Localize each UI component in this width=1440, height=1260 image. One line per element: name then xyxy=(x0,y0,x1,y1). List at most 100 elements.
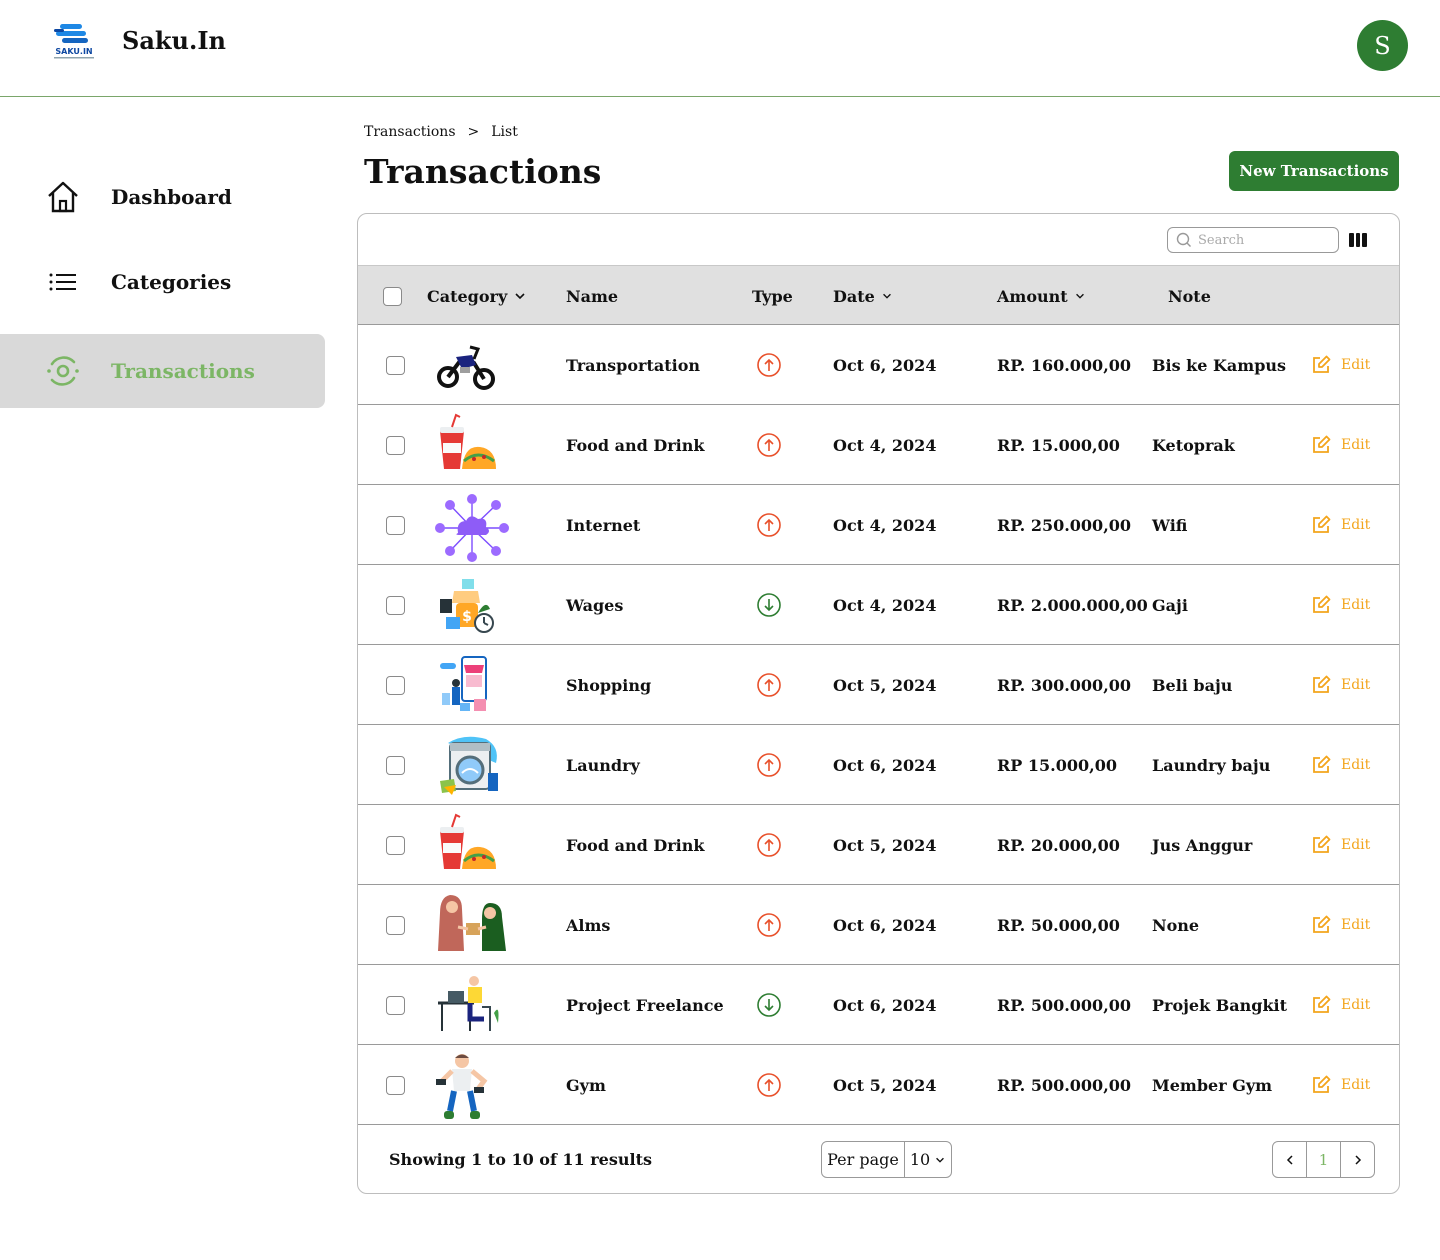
chevron-right-icon xyxy=(1354,1154,1361,1165)
edit-button[interactable]: Edit xyxy=(1311,485,1370,565)
transaction-name: Laundry xyxy=(566,755,640,775)
edit-label: Edit xyxy=(1341,437,1371,453)
row-select-cell xyxy=(386,725,405,805)
transaction-type xyxy=(756,485,782,565)
edit-button[interactable]: Edit xyxy=(1311,965,1370,1045)
transaction-amount: RP. 160.000,00 xyxy=(997,355,1132,375)
column-label-note: Note xyxy=(1168,286,1211,306)
home-icon xyxy=(44,178,82,216)
list-icon xyxy=(44,263,82,301)
column-header-category[interactable]: Category xyxy=(427,266,527,326)
sidebar-item-categories[interactable]: Categories xyxy=(0,245,325,319)
transaction-date: Oct 4, 2024 xyxy=(833,435,937,455)
edit-label: Edit xyxy=(1341,357,1371,373)
edit-icon xyxy=(1313,755,1331,773)
row-checkbox[interactable] xyxy=(386,1075,405,1095)
table-row[interactable]: Transportation Oct 6, 2024 RP. 160.000,00 B… xyxy=(358,325,1399,405)
column-label-category: Category xyxy=(427,286,508,306)
breadcrumb-item-list: List xyxy=(491,124,518,140)
chevron-down-icon xyxy=(1075,293,1084,299)
breadcrumb-item-transactions[interactable]: Transactions xyxy=(364,124,456,140)
column-toggle-icon[interactable] xyxy=(1349,233,1368,247)
row-checkbox[interactable] xyxy=(386,755,405,775)
transaction-type xyxy=(756,1045,782,1125)
user-avatar[interactable]: S xyxy=(1357,20,1408,71)
column-header-date[interactable]: Date xyxy=(833,266,893,326)
transaction-type xyxy=(756,805,782,885)
search-box[interactable] xyxy=(1167,227,1339,253)
row-checkbox[interactable] xyxy=(386,915,405,935)
per-page-dropdown[interactable]: 10 xyxy=(905,1150,951,1169)
table-row[interactable]: Food and Drink Oct 5, 2024 RP. 20.000,00 Ju… xyxy=(358,805,1399,885)
breadcrumb: Transactions > List xyxy=(364,124,518,140)
row-select-cell xyxy=(386,325,405,405)
row-select-cell xyxy=(386,805,405,885)
new-transaction-button[interactable]: New Transactions xyxy=(1229,151,1399,191)
edit-button[interactable]: Edit xyxy=(1311,725,1370,805)
row-select-cell xyxy=(386,885,405,965)
table-row[interactable]: Shopping Oct 5, 2024 RP. 300.000,00 Beli ba… xyxy=(358,645,1399,725)
row-checkbox[interactable] xyxy=(386,355,405,375)
app-title: Saku.In xyxy=(122,26,226,55)
row-checkbox[interactable] xyxy=(386,995,405,1015)
edit-label: Edit xyxy=(1341,517,1371,533)
row-select-cell xyxy=(386,405,405,485)
sidebar-item-transactions[interactable]: Transactions xyxy=(0,334,325,408)
edit-button[interactable]: Edit xyxy=(1311,805,1370,885)
row-checkbox[interactable] xyxy=(386,835,405,855)
table-row[interactable]: Gym Oct 5, 2024 RP. 500.000,00 Member Gym Ed… xyxy=(358,1045,1399,1125)
edit-button[interactable]: Edit xyxy=(1311,885,1370,965)
category-image-gym xyxy=(434,1053,498,1119)
sidebar-item-label: Dashboard xyxy=(111,185,232,209)
row-checkbox[interactable] xyxy=(386,595,405,615)
row-select-cell xyxy=(386,565,405,645)
transaction-note: Wifi xyxy=(1152,515,1188,535)
edit-button[interactable]: Edit xyxy=(1311,565,1370,645)
transaction-amount: RP. 300.000,00 xyxy=(997,675,1132,695)
column-header-amount[interactable]: Amount xyxy=(997,266,1086,326)
transaction-amount: RP. 50.000,00 xyxy=(997,915,1120,935)
transaction-amount: RP. 500.000,00 xyxy=(997,1075,1132,1095)
edit-icon xyxy=(1313,835,1331,853)
transaction-amount: RP. 20.000,00 xyxy=(997,835,1120,855)
transaction-name: Wages xyxy=(566,595,624,615)
next-page-button[interactable] xyxy=(1340,1142,1374,1177)
chevron-down-icon xyxy=(936,1157,945,1163)
svg-text:SAKU.IN: SAKU.IN xyxy=(55,47,92,56)
transaction-note: None xyxy=(1152,915,1200,935)
edit-icon xyxy=(1313,435,1331,453)
expense-arrow-up-icon xyxy=(757,833,781,857)
transaction-type xyxy=(756,325,782,405)
page-number-button[interactable]: 1 xyxy=(1306,1142,1340,1177)
table-row[interactable]: Project Freelance Oct 6, 2024 RP. 500.000,… xyxy=(358,965,1399,1045)
pagination: 1 xyxy=(1272,1141,1375,1178)
row-checkbox[interactable] xyxy=(386,435,405,455)
category-image-giving xyxy=(434,893,506,957)
edit-button[interactable]: Edit xyxy=(1311,1045,1370,1125)
table-row[interactable]: Laundry Oct 6, 2024 RP 15.000,00 Laundry ba… xyxy=(358,725,1399,805)
table-row[interactable]: $ Wages Oct 4, 2024 RP. 2.000.000,00 Gaji Edi… xyxy=(358,565,1399,645)
table-row[interactable]: Alms Oct 6, 2024 RP. 50.000,00 None Edit xyxy=(358,885,1399,965)
transaction-date: Oct 6, 2024 xyxy=(833,355,937,375)
row-checkbox[interactable] xyxy=(386,515,405,535)
per-page-select[interactable]: Per page 10 xyxy=(821,1141,952,1178)
edit-button[interactable]: Edit xyxy=(1311,645,1370,725)
edit-button[interactable]: Edit xyxy=(1311,325,1370,405)
sidebar-item-dashboard[interactable]: Dashboard xyxy=(0,160,325,234)
edit-button[interactable]: Edit xyxy=(1311,405,1370,485)
edit-label: Edit xyxy=(1341,837,1371,853)
edit-icon xyxy=(1313,995,1331,1013)
transaction-type xyxy=(756,725,782,805)
table-row[interactable]: Internet Oct 4, 2024 RP. 250.000,00 Wifi Edi… xyxy=(358,485,1399,565)
search-input[interactable] xyxy=(1198,232,1328,248)
row-select-cell xyxy=(386,485,405,565)
table-footer: Showing 1 to 10 of 11 results Per page 1… xyxy=(358,1126,1399,1193)
transaction-note: Beli baju xyxy=(1152,675,1233,695)
category-image-cloud-network xyxy=(434,493,509,562)
app-logo[interactable]: SAKU.IN xyxy=(50,20,98,62)
transaction-date: Oct 6, 2024 xyxy=(833,995,937,1015)
row-checkbox[interactable] xyxy=(386,675,405,695)
table-row[interactable]: Food and Drink Oct 4, 2024 RP. 15.000,00 Ke… xyxy=(358,405,1399,485)
select-all-checkbox[interactable] xyxy=(383,286,402,306)
prev-page-button[interactable] xyxy=(1273,1142,1306,1177)
